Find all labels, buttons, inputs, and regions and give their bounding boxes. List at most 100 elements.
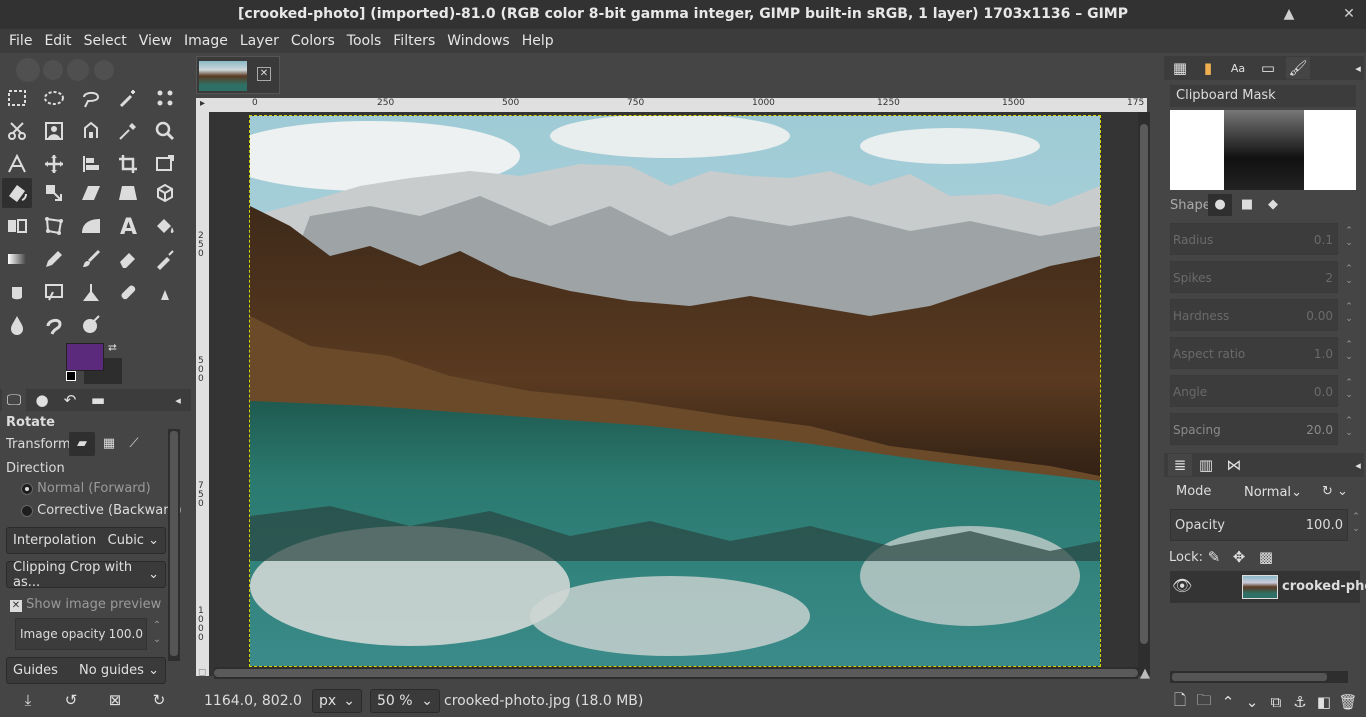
text-tool-icon[interactable]: A xyxy=(113,211,143,241)
patterns-tab-icon[interactable]: ▦ xyxy=(1168,57,1192,79)
rect-select-icon[interactable] xyxy=(2,83,32,113)
transform-path-icon[interactable]: ⟋ xyxy=(123,432,145,456)
vertical-scrollbar[interactable] xyxy=(1138,112,1150,676)
zoom-dropdown[interactable]: 50 % ⌄ xyxy=(370,688,440,713)
align-icon[interactable] xyxy=(76,149,106,179)
shear-icon[interactable] xyxy=(76,178,106,208)
ink-icon[interactable] xyxy=(2,277,32,307)
lock-pixels-icon[interactable]: ✎ xyxy=(1202,546,1226,568)
tool-options-scrollbar[interactable] xyxy=(168,429,180,661)
color-picker-icon[interactable] xyxy=(113,116,143,146)
zoom-to-fit-icon[interactable]: ◻ xyxy=(198,667,206,678)
brush-editor-tab-icon[interactable]: 🖌 xyxy=(1286,57,1310,79)
3d-transform-icon[interactable] xyxy=(150,178,180,208)
mask-layer-icon[interactable]: ◧ xyxy=(1312,691,1336,713)
images-tab-icon[interactable]: ▬ xyxy=(86,389,110,411)
menu-windows[interactable]: Windows xyxy=(441,33,516,49)
show-preview-checkbox[interactable]: ✕ Show image preview xyxy=(10,597,161,612)
lock-alpha-icon[interactable]: ▩ xyxy=(1254,546,1278,568)
scissors-select-icon[interactable] xyxy=(2,116,32,146)
layer-mode-dropdown[interactable]: Normal ⌄ xyxy=(1238,478,1308,506)
airbrush-icon[interactable] xyxy=(150,244,180,274)
menu-view[interactable]: View xyxy=(133,33,178,49)
foreground-select-icon[interactable] xyxy=(39,116,69,146)
aspect-ratio-field[interactable]: Aspect ratio 1.0 xyxy=(1170,337,1338,369)
opacity-spin[interactable]: ⌃ ⌄ xyxy=(1350,511,1362,543)
layers-tab-icon[interactable]: ≣ xyxy=(1168,454,1192,476)
unified-transform-icon[interactable] xyxy=(150,149,180,179)
move-icon[interactable] xyxy=(39,149,69,179)
rotate-tool-icon[interactable] xyxy=(2,178,32,208)
clipping-dropdown[interactable]: Clipping Crop with as... ⌄ xyxy=(6,560,166,590)
ellipse-select-icon[interactable] xyxy=(39,83,69,113)
opacity-spin-buttons[interactable]: ⌃ ⌄ xyxy=(149,619,165,649)
perspective-clone-icon[interactable] xyxy=(150,277,180,307)
paintbrush-icon[interactable] xyxy=(76,244,106,274)
transform-layer-icon[interactable]: ▰ xyxy=(69,432,95,456)
smudge-icon[interactable] xyxy=(39,310,69,340)
paths-tab-icon[interactable]: ⋈ xyxy=(1222,454,1246,476)
reset-tool-options-icon[interactable]: ↻ xyxy=(147,689,171,711)
panel-menu-icon[interactable]: ◂ xyxy=(1346,454,1366,476)
spacing-spin[interactable]: ⌃ ⌄ xyxy=(1343,415,1355,447)
channels-tab-icon[interactable]: ▥ xyxy=(1194,454,1218,476)
duplicate-layer-icon[interactable]: ⧉ xyxy=(1264,691,1288,713)
lock-position-icon[interactable]: ✥ xyxy=(1227,546,1251,568)
radius-field[interactable]: Radius 0.1 xyxy=(1170,223,1338,255)
menu-edit[interactable]: Edit xyxy=(38,33,77,49)
palettes-tab-icon[interactable]: ▭ xyxy=(1256,57,1280,79)
crop-icon[interactable] xyxy=(113,149,143,179)
new-layer-icon[interactable]: 🗋 xyxy=(1168,691,1192,713)
aspect-spin[interactable]: ⌃ ⌄ xyxy=(1343,339,1355,371)
mode-reset-icon[interactable]: ↻ ⌄ xyxy=(1314,479,1356,505)
lasso-select-icon[interactable] xyxy=(76,83,106,113)
guides-dropdown[interactable]: Guides No guides ⌄ xyxy=(6,657,166,684)
select-by-color-icon[interactable] xyxy=(150,83,180,113)
layers-hscrollbar[interactable] xyxy=(1170,671,1348,683)
eraser-icon[interactable] xyxy=(113,244,143,274)
angle-field[interactable]: Angle 0.0 xyxy=(1170,375,1338,407)
image-canvas-photo[interactable] xyxy=(220,114,1101,667)
quick-mask-corner-icon[interactable]: ▸ xyxy=(196,98,209,112)
lower-layer-icon[interactable]: ⌄ xyxy=(1240,691,1264,713)
gradients-tab-icon[interactable]: ▮ xyxy=(1196,57,1220,79)
gradient-icon[interactable] xyxy=(2,244,32,274)
menu-file[interactable]: File xyxy=(3,33,38,49)
unit-dropdown[interactable]: px ⌄ xyxy=(312,688,362,713)
image-opacity-field[interactable]: Image opacity 100.0 xyxy=(15,618,147,650)
fonts-tab-icon[interactable]: Aa xyxy=(1226,57,1250,79)
shape-diamond-icon[interactable]: ◆ xyxy=(1261,194,1285,216)
panel-menu-icon[interactable]: ◂ xyxy=(1346,57,1366,79)
layer-row[interactable]: 👁 crooked-phot xyxy=(1170,571,1366,603)
hardness-field[interactable]: Hardness 0.00 xyxy=(1170,299,1338,331)
default-colors-icon[interactable] xyxy=(66,371,76,381)
brush-name-field[interactable]: Clipboard Mask xyxy=(1170,85,1356,107)
raise-layer-icon[interactable]: ⌃ xyxy=(1216,691,1240,713)
clone-icon[interactable] xyxy=(76,277,106,307)
menu-select[interactable]: Select xyxy=(78,33,133,49)
navigate-icon[interactable]: ▲ xyxy=(1140,666,1150,681)
bucket-fill-icon[interactable] xyxy=(150,211,180,241)
mypaint-brush-icon[interactable] xyxy=(39,277,69,307)
spikes-spin[interactable]: ⌃ ⌄ xyxy=(1343,263,1355,295)
anchor-layer-icon[interactable]: ⚓ xyxy=(1288,691,1312,713)
panel-menu-icon[interactable]: ◂ xyxy=(166,389,190,411)
restore-tool-preset-icon[interactable]: ↺ xyxy=(59,689,83,711)
foreground-color-swatch-front[interactable] xyxy=(66,343,104,371)
fuzzy-select-icon[interactable] xyxy=(113,83,143,113)
menu-tools[interactable]: Tools xyxy=(341,33,388,49)
radius-spin[interactable]: ⌃ ⌄ xyxy=(1343,225,1355,257)
shape-square-icon[interactable]: ■ xyxy=(1235,194,1259,216)
blur-sharpen-icon[interactable] xyxy=(2,310,32,340)
direction-normal-radio[interactable]: Normal (Forward) xyxy=(21,481,151,496)
new-layer-group-icon[interactable]: 🗀 xyxy=(1192,691,1216,713)
flip-icon[interactable] xyxy=(2,211,32,241)
pencil-icon[interactable] xyxy=(39,244,69,274)
perspective-icon[interactable] xyxy=(113,178,143,208)
swap-colors-icon[interactable]: ⮂ xyxy=(108,341,117,355)
interpolation-dropdown[interactable]: Interpolation Cubic ⌄ xyxy=(6,527,166,554)
tool-options-tab-icon[interactable]: 🖵 xyxy=(2,389,26,411)
close-icon[interactable]: ✕ xyxy=(1338,0,1360,29)
undo-history-tab-icon[interactable]: ↶ xyxy=(58,389,82,411)
angle-spin[interactable]: ⌃ ⌄ xyxy=(1343,377,1355,409)
